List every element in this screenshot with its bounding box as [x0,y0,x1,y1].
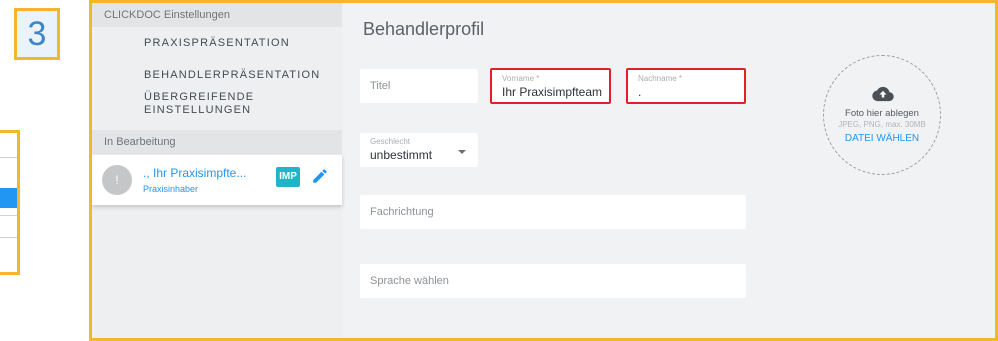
geschlecht-label: Geschlecht [370,137,411,146]
divider [0,237,17,238]
cloud-upload-icon [872,86,894,102]
divider [0,157,17,158]
sidebar-header: CLICKDOC Einstellungen [92,3,342,27]
geschlecht-value: unbestimmt [370,148,433,162]
highlighted-screen-frame: CLICKDOC Einstellungen PRAXISPRÄSENTATIO… [89,0,998,341]
photo-drop-text: Foto hier ablegen [845,108,919,119]
choose-file-button[interactable]: DATEI WÄHLEN [824,133,940,144]
profile-list-item[interactable]: ! ., Ihr Praxisimpfte... Praxisinhaber I… [92,155,342,205]
titel-field[interactable]: Titel [360,69,478,103]
previous-step-panel [0,130,20,275]
nachname-value: . [638,85,642,99]
behandlerprofil-form: Behandlerprofil Titel Vorname * Ihr Prax… [345,3,995,338]
geschlecht-select[interactable]: Geschlecht unbestimmt [360,133,478,167]
nachname-field[interactable]: Nachname * . [626,68,746,104]
sprache-select[interactable]: Sprache wählen [360,264,746,298]
fachrichtung-placeholder: Fachrichtung [370,206,434,218]
fachrichtung-field[interactable]: Fachrichtung [360,195,746,229]
profile-role: Praxisinhaber [143,184,199,194]
sidebar-item-uebergreifende-einstellungen[interactable]: ÜBERGREIFENDE EINSTELLUNGEN [144,91,314,117]
divider [0,215,17,216]
sidebar-section-in-bearbeitung: In Bearbeitung [92,130,342,154]
photo-format-hint: JPEG, PNG, max. 30MB [838,120,926,129]
selected-row-fragment [0,188,17,208]
step-number-badge: 3 [14,8,60,60]
avatar: ! [102,165,132,195]
sprache-placeholder: Sprache wählen [370,275,449,287]
photo-drop-zone[interactable]: Foto hier ablegen JPEG, PNG, max. 30MB D… [823,55,941,175]
titel-placeholder: Titel [370,80,391,92]
vorname-value: Ihr Praxisimpfteam [502,85,603,99]
profile-name: ., Ihr Praxisimpfte... [143,166,247,180]
vorname-label: Vorname * [502,74,540,83]
caret-down-icon [458,150,466,154]
avatar-initial: ! [115,173,119,187]
vorname-field[interactable]: Vorname * Ihr Praxisimpfteam [490,68,611,104]
page-title: Behandlerprofil [363,19,485,39]
sidebar-item-behandlerpraesentation[interactable]: BEHANDLERPRÄSENTATION [144,69,320,81]
step-number: 3 [27,14,47,53]
nachname-label: Nachname * [638,74,683,83]
pencil-icon[interactable] [311,167,329,185]
imp-badge[interactable]: IMP [276,167,300,187]
settings-sidebar: CLICKDOC Einstellungen PRAXISPRÄSENTATIO… [92,3,342,338]
sidebar-item-praxispraesentation[interactable]: PRAXISPRÄSENTATION [144,37,290,49]
